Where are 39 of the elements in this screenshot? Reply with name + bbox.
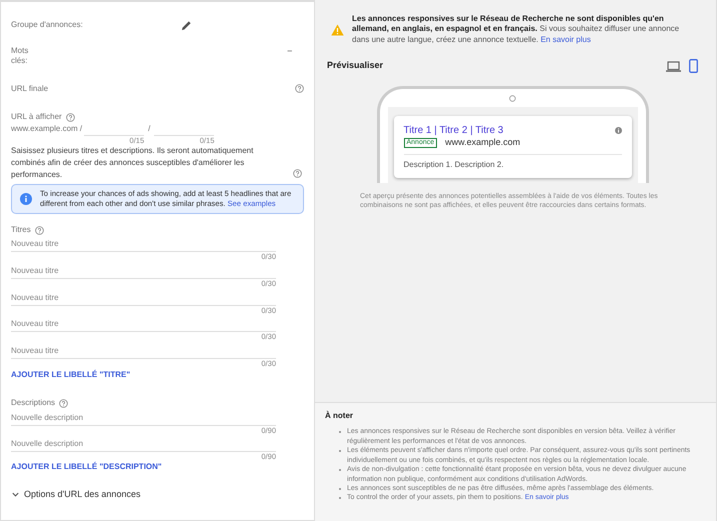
- text-field[interactable]: Nouveau titre: [11, 316, 276, 332]
- text-field[interactable]: Nouveau titre: [11, 343, 276, 360]
- add-label-link[interactable]: AJOUTER LE LIBELLÉ "DESCRIPTION": [11, 462, 304, 473]
- keywords-value: –: [288, 46, 292, 57]
- group-label: Groupe d'annonces:: [11, 20, 83, 30]
- url-separator: /: [148, 124, 150, 134]
- learn-more-link[interactable]: En savoir plus: [540, 34, 591, 44]
- url-base: www.example.com /: [11, 124, 82, 134]
- help-icon[interactable]: [59, 399, 68, 408]
- phone-icon[interactable]: [689, 59, 698, 74]
- camera-icon: [509, 95, 516, 102]
- ad-headline[interactable]: Titre 1 | Titre 2 | Titre 3: [404, 124, 504, 138]
- notice-text: Les annonces responsives sur le Réseau de Recherche ne sont disponibles qu'en allemand, en anglais, en espagnol et en français. Si vous souhaitez diffuser une annonce dans une autre langue, créez une annonce textuelle. En savoir plus: [352, 14, 680, 46]
- section-label: Descriptions: [11, 398, 56, 409]
- notes-title: À noter: [325, 411, 354, 422]
- final-url-label: URL finale: [11, 84, 48, 94]
- url-options-toggle[interactable]: Options d'URL des annonces: [24, 488, 140, 500]
- text-field[interactable]: Nouveau titre: [11, 262, 276, 279]
- info-icon: [20, 192, 32, 205]
- warning-icon: [331, 24, 344, 36]
- text-field[interactable]: Nouveau titre: [11, 290, 276, 306]
- text-field[interactable]: Nouvelle description: [11, 410, 276, 426]
- ad-url: www.example.com: [445, 137, 520, 149]
- add-label-link[interactable]: AJOUTER LE LIBELLÉ "TITRE": [11, 370, 304, 380]
- help-icon[interactable]: [293, 169, 302, 178]
- intro-text: Saisissez plusieurs titres et descriptions. Ils seront automatiquement combinés afin de créer des annonces susceptibles d'améliorer les performances.: [11, 145, 254, 180]
- text-field[interactable]: Nouveau titre: [11, 236, 276, 252]
- info-icon[interactable]: [614, 127, 622, 134]
- display-url-label: URL à afficher: [11, 112, 62, 123]
- text-field[interactable]: Nouvelle description: [11, 436, 276, 452]
- help-icon[interactable]: [295, 84, 304, 94]
- laptop-icon[interactable]: [666, 60, 681, 72]
- help-icon[interactable]: [34, 226, 44, 234]
- ad-description: Description 1. Description 2.: [404, 160, 505, 170]
- keywords-label: Mots clés:: [11, 46, 30, 67]
- preview-title: Prévisualiser: [327, 60, 384, 72]
- edit-icon[interactable]: [180, 20, 192, 30]
- help-icon[interactable]: [66, 112, 75, 122]
- section-label: Titres: [11, 224, 31, 236]
